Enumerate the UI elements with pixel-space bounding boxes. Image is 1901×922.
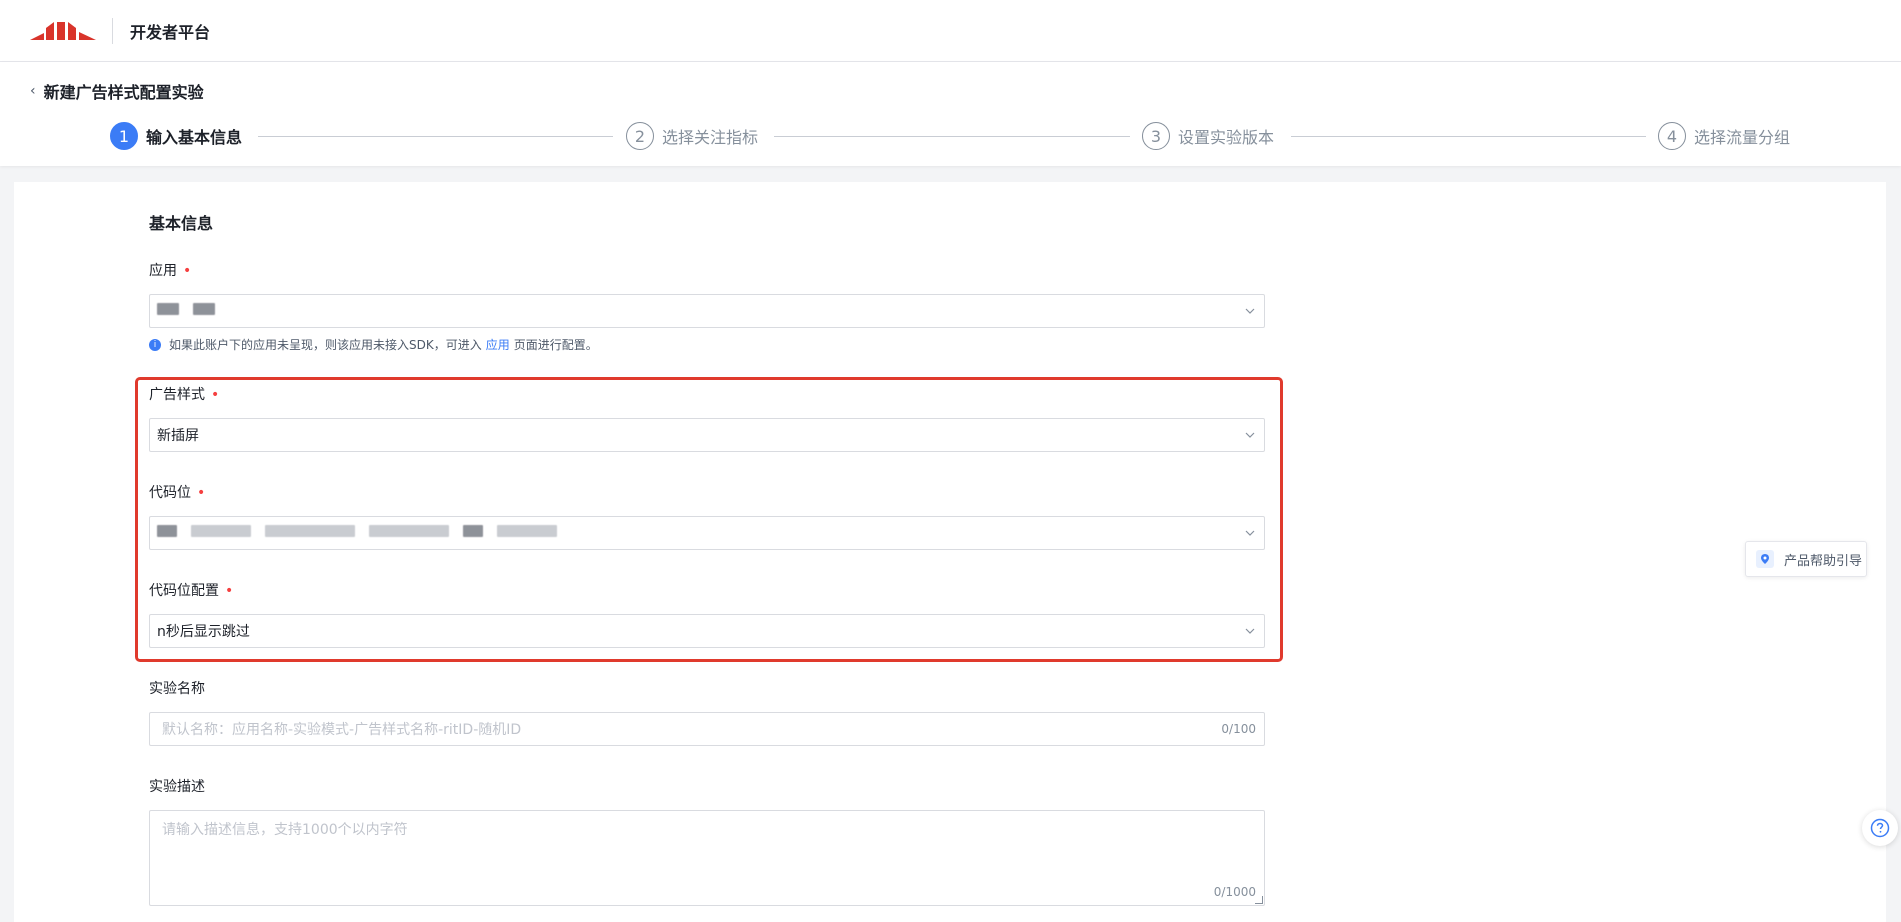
step-label: 选择流量分组 <box>1694 128 1791 147</box>
help-guide-label: 产品帮助引导 <box>1784 553 1863 569</box>
code-slot-config-label: 代码位配置 • <box>149 583 234 599</box>
step-number: 3 <box>1142 122 1170 150</box>
logo-icon[interactable] <box>30 20 98 42</box>
experiment-desc-label: 实验描述 <box>149 779 205 795</box>
experiment-name-label: 实验名称 <box>149 681 205 697</box>
required-mark: • <box>183 263 192 279</box>
step-label: 选择关注指标 <box>662 128 759 147</box>
step-label: 设置实验版本 <box>1178 128 1275 147</box>
step-1: 1 输入基本信息 <box>110 122 242 150</box>
steps-panel: ‹ 新建广告样式配置实验 1 输入基本信息 2 选择关注指标 3 设置实验版本 … <box>0 62 1901 166</box>
char-counter: 0/1000 <box>1213 885 1256 899</box>
hint-text: 页面进行配置。 <box>513 338 598 352</box>
step-label: 输入基本信息 <box>146 128 243 147</box>
char-counter: 0/100 <box>1221 722 1256 736</box>
app-label: 应用 • <box>149 263 192 279</box>
step-connector <box>1291 136 1646 137</box>
experiment-desc-placeholder: 请输入描述信息，支持1000个以内字符 <box>162 822 408 838</box>
experiment-desc-textarea[interactable]: 请输入描述信息，支持1000个以内字符 0/1000 <box>149 810 1265 906</box>
code-slot-config-select[interactable]: n秒后显示跳过 <box>149 614 1265 648</box>
chevron-down-icon <box>1245 432 1255 438</box>
required-mark: • <box>197 485 206 501</box>
step-number: 1 <box>110 122 138 150</box>
step-number: 2 <box>626 122 654 150</box>
experiment-name-input[interactable]: 默认名称：应用名称-实验模式-广告样式名称-ritID-随机ID 0/100 <box>149 712 1265 746</box>
product-help-guide-button[interactable]: 产品帮助引导 <box>1745 541 1867 577</box>
logo-divider <box>112 18 113 44</box>
brand-name: 开发者平台 <box>130 23 211 42</box>
app-page-link[interactable]: 应用 <box>486 336 510 353</box>
code-slot-value-redacted <box>157 525 571 541</box>
chevron-left-icon: ‹ <box>30 83 36 99</box>
step-3: 3 设置实验版本 <box>1142 122 1274 150</box>
app-value-redacted <box>157 303 229 319</box>
top-bar: 开发者平台 <box>0 0 1901 62</box>
guide-icon <box>1756 550 1774 568</box>
app-select[interactable] <box>149 294 1265 328</box>
back-button[interactable]: ‹ 新建广告样式配置实验 <box>30 79 204 103</box>
ad-style-label: 广告样式 • <box>149 387 220 403</box>
hint-text: 如果此账户下的应用未呈现，则该应用未接入SDK，可进入 <box>169 338 482 352</box>
required-mark: • <box>225 583 234 599</box>
step-2: 2 选择关注指标 <box>626 122 758 150</box>
step-connector <box>258 136 613 137</box>
form-card: 基本信息 应用 • i 如果此账户下的应用未呈现，则该应用未接入SDK，可进入 应… <box>14 182 1886 922</box>
ad-style-value: 新插屏 <box>157 428 199 444</box>
step-number: 4 <box>1658 122 1686 150</box>
step-4: 4 选择流量分组 <box>1658 122 1790 150</box>
page-title: 新建广告样式配置实验 <box>43 83 204 102</box>
chevron-down-icon <box>1245 530 1255 536</box>
ad-style-select[interactable]: 新插屏 <box>149 418 1265 452</box>
app-hint: i 如果此账户下的应用未呈现，则该应用未接入SDK，可进入 应用 页面进行配置。 <box>149 336 598 353</box>
code-slot-select[interactable] <box>149 516 1265 550</box>
code-slot-config-value: n秒后显示跳过 <box>157 624 250 640</box>
section-title: 基本信息 <box>149 214 214 233</box>
required-mark: • <box>211 387 220 403</box>
info-icon: i <box>149 338 161 351</box>
experiment-name-placeholder: 默认名称：应用名称-实验模式-广告样式名称-ritID-随机ID <box>162 722 522 738</box>
chevron-down-icon <box>1245 308 1255 314</box>
chevron-down-icon <box>1245 628 1255 634</box>
code-slot-label: 代码位 • <box>149 485 206 501</box>
step-connector <box>774 136 1130 137</box>
help-icon[interactable] <box>1862 810 1898 846</box>
resize-handle[interactable] <box>1255 896 1263 904</box>
